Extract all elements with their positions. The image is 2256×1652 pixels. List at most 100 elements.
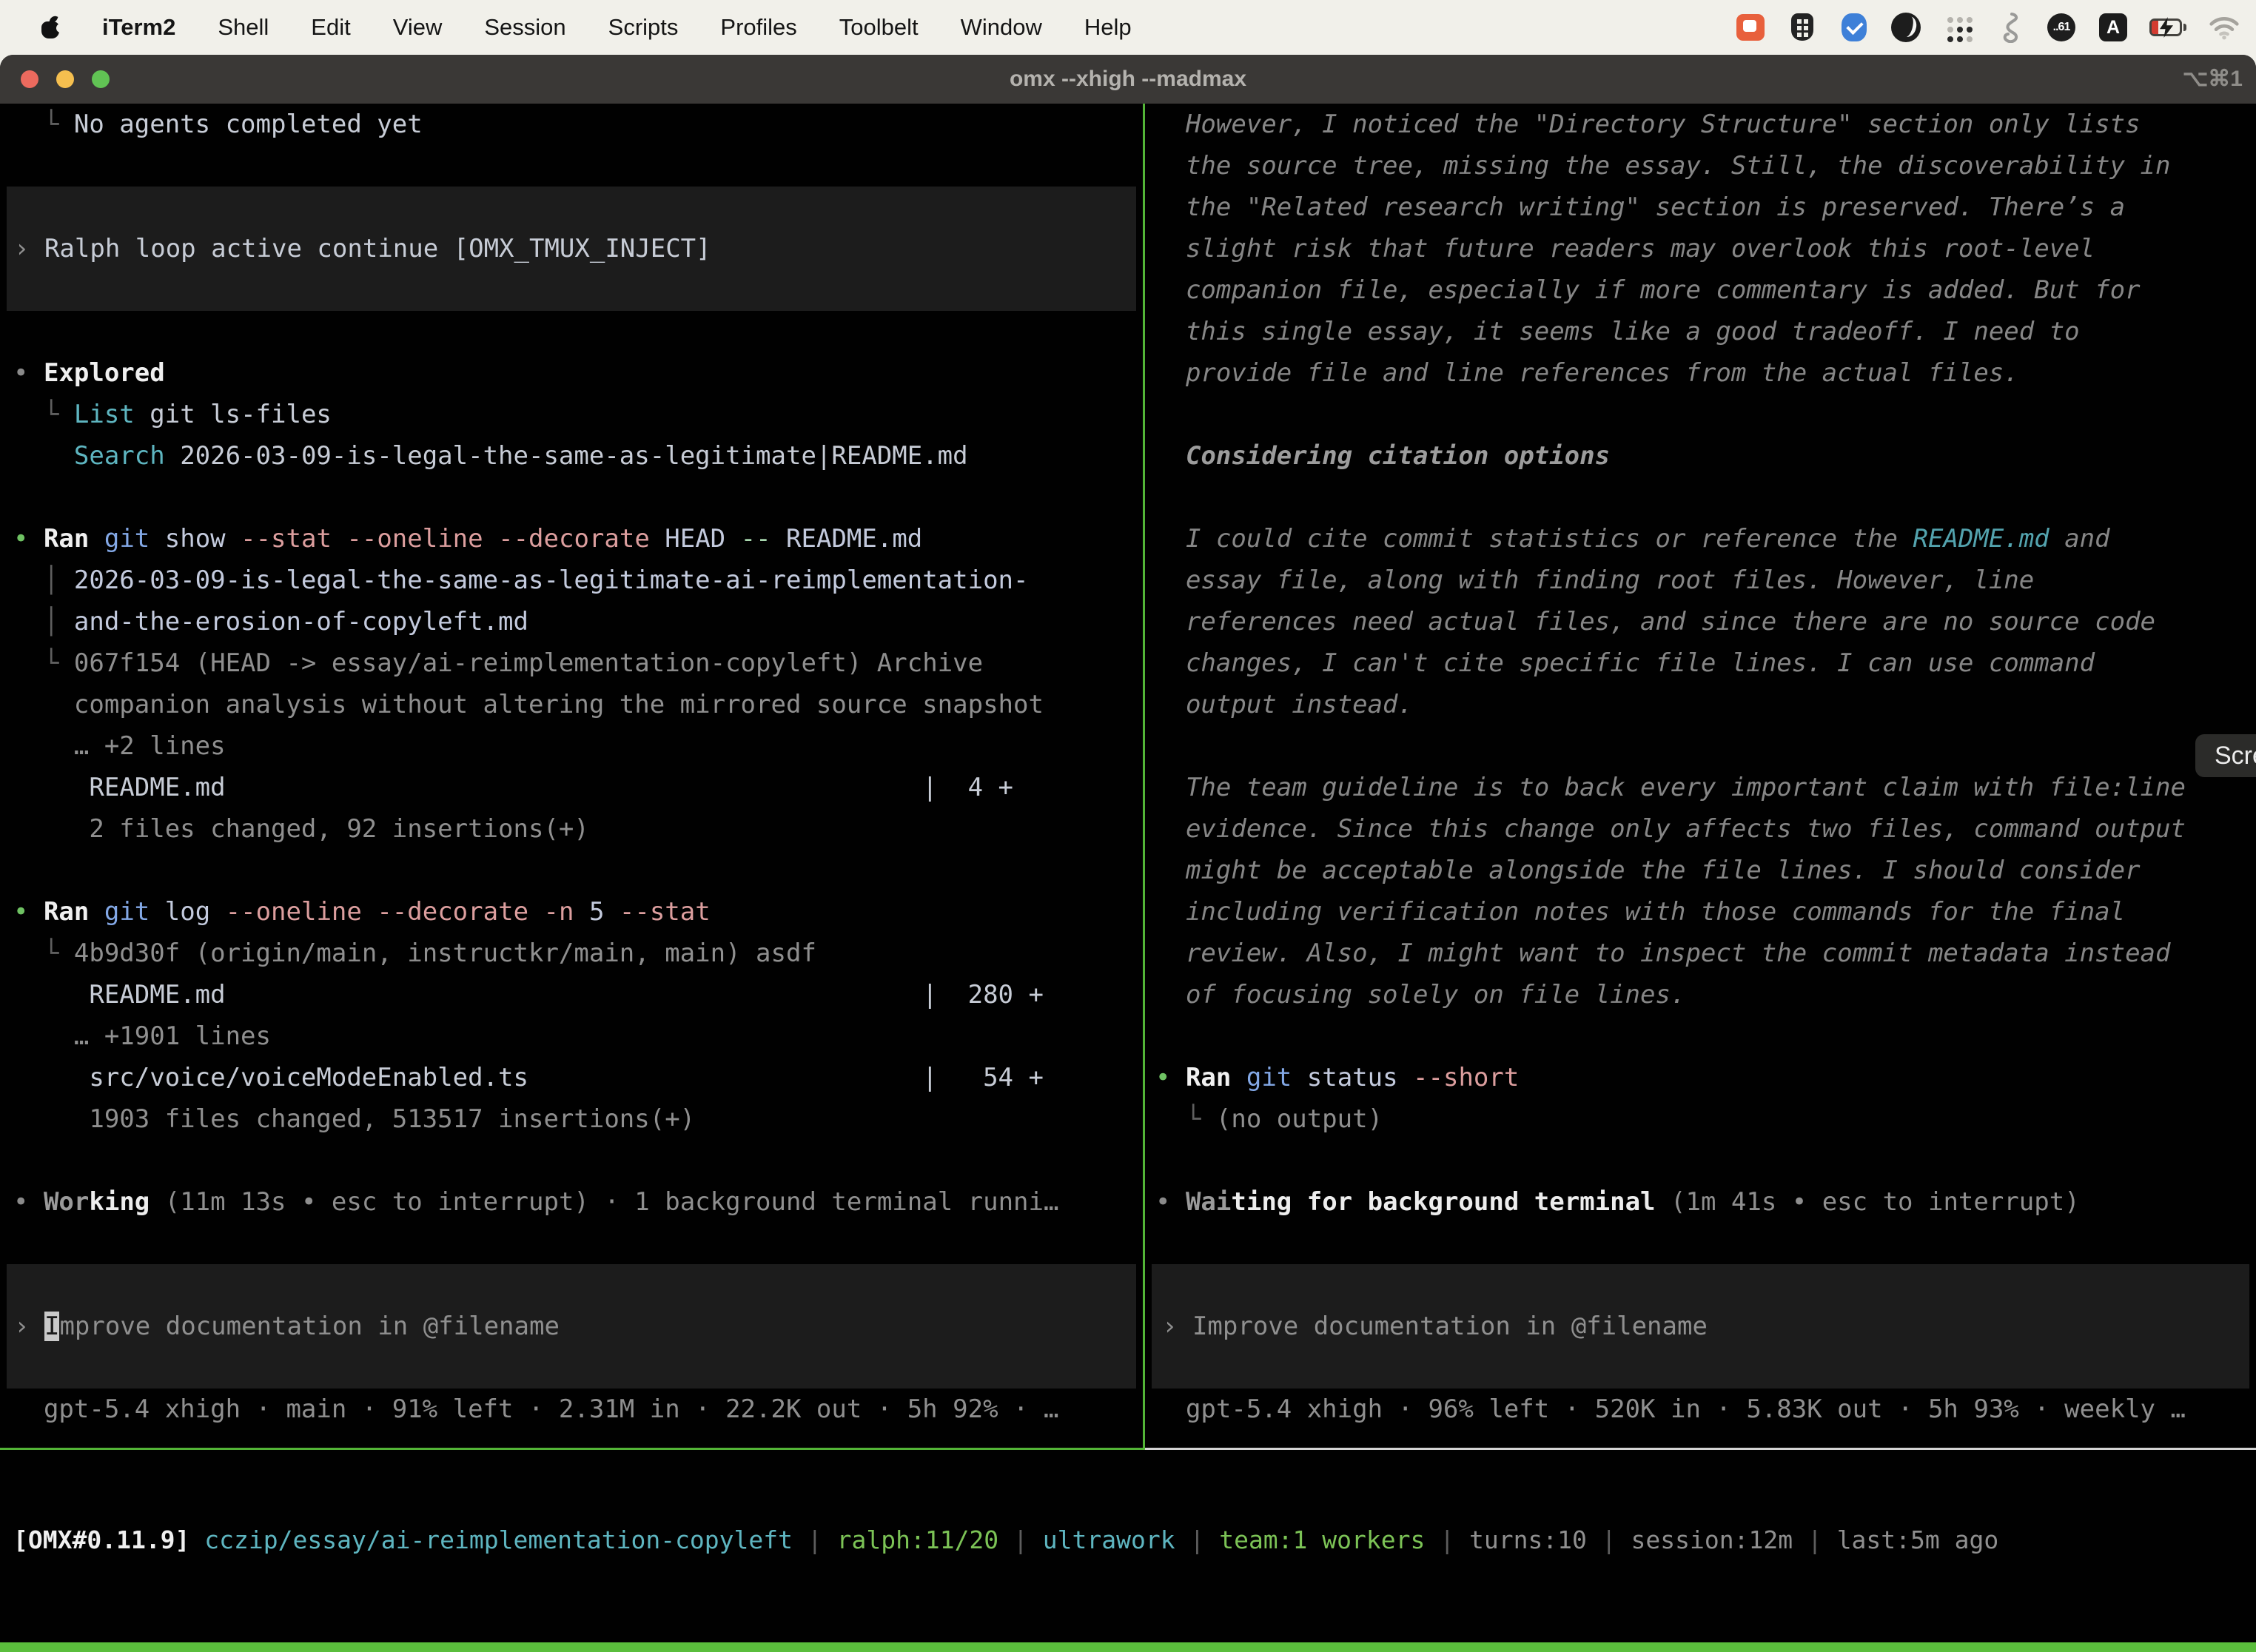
terminal-blank-line <box>1152 1264 2249 1306</box>
wifi-icon[interactable] <box>2209 12 2240 43</box>
terminal-line: … +1901 lines <box>0 1015 1143 1057</box>
terminal-line: provide file and line references from th… <box>1145 352 2256 394</box>
menu-item-shell[interactable]: Shell <box>218 14 269 41</box>
terminal-blank-line <box>0 1140 1143 1181</box>
terminal-line: • Ran git show --stat --oneline --decora… <box>0 518 1143 560</box>
menu-item-iterm2[interactable]: iTerm2 <box>102 14 175 41</box>
blue-shield-check-icon[interactable] <box>1839 12 1870 43</box>
draft-prompt-input[interactable]: › Improve documentation in @filename <box>1152 1306 2249 1347</box>
letter-a-app-icon[interactable]: A <box>2098 12 2129 43</box>
terminal-line: the "Related research writing" section i… <box>1145 187 2256 228</box>
terminal-line: essay file, along with finding root file… <box>1145 560 2256 601</box>
terminal-blank-line <box>7 269 1136 311</box>
tmux-status-bar: [omx-cczip0:bash* "MacBook-Pro-44.local"… <box>0 1642 2256 1652</box>
tmux-window-tab[interactable]: [omx-cczip0:bash* <box>7 1649 258 1652</box>
terminal-line: evidence. Since this change only affects… <box>1145 808 2256 850</box>
draft-prompt-input[interactable]: › Improve documentation in @filename <box>7 1306 1136 1347</box>
window-title: omx --xhigh --madmax <box>0 55 2256 104</box>
terminal-line: The team guideline is to back every impo… <box>1145 767 2256 808</box>
terminal-line: including verification notes with those … <box>1145 891 2256 933</box>
terminal-line: └ No agents completed yet <box>0 104 1143 145</box>
terminal-line: └ 4b9d30f (origin/main, instructkr/main,… <box>0 933 1143 974</box>
terminal-blank-line <box>1145 394 2256 435</box>
terminal-blank-line <box>1145 1140 2256 1181</box>
menu-item-scripts[interactable]: Scripts <box>608 14 679 41</box>
terminal-line: changes, I can't cite specific file line… <box>1145 642 2256 684</box>
terminal-blank-line <box>7 1264 1136 1306</box>
terminal-line: README.md | 280 + <box>0 974 1143 1015</box>
menu-item-window[interactable]: Window <box>961 14 1042 41</box>
terminal-blank-line <box>0 477 1143 518</box>
terminal-line: … +2 lines <box>0 725 1143 767</box>
menu-item-session[interactable]: Session <box>484 14 565 41</box>
terminal-line: 1903 files changed, 513517 insertions(+) <box>0 1098 1143 1140</box>
terminal-blank-line <box>1152 1347 2249 1389</box>
iterm2-window: omx --xhigh --madmax ⌥⌘1 └ No agents com… <box>0 55 2256 1652</box>
battery-charging-icon[interactable] <box>2149 12 2188 43</box>
terminal-line: Search 2026-03-09-is-legal-the-same-as-l… <box>0 435 1143 477</box>
menu-items: iTerm2 Shell Edit View Session Scripts Profile… <box>102 14 1132 41</box>
screen-sharing-overlay[interactable]: Scre <box>2195 734 2256 777</box>
terminal-line: review. Also, I might want to inspect th… <box>1145 933 2256 974</box>
terminal-line: README.md | 4 + <box>0 767 1143 808</box>
terminal-blank-line <box>0 145 1143 187</box>
terminal-line: might be acceptable alongside the file l… <box>1145 850 2256 891</box>
terminal-line: slight risk that future readers may over… <box>1145 228 2256 269</box>
chat-app-icon[interactable] <box>1735 12 1766 43</box>
left-terminal-pane[interactable]: └ No agents completed yet › Ralph loop ac… <box>0 104 1143 1448</box>
terminal-line: companion analysis without altering the … <box>0 684 1143 725</box>
dark-disc-icon[interactable] <box>1890 12 1921 43</box>
menu-item-view[interactable]: View <box>393 14 443 41</box>
terminal-line: I could cite commit statistics or refere… <box>1145 518 2256 560</box>
terminal-line: • Ran git log --oneline --decorate -n 5 … <box>0 891 1143 933</box>
inactive-pane-bottom-border <box>1145 1448 2256 1450</box>
menu-item-profiles[interactable]: Profiles <box>720 14 796 41</box>
window-title-bar[interactable]: omx --xhigh --madmax ⌥⌘1 <box>0 55 2256 104</box>
terminal-blank-line <box>1145 1015 2256 1057</box>
terminal-line: gpt-5.4 xhigh · 96% left · 520K in · 5.8… <box>1145 1389 2256 1430</box>
terminal-line: • Explored <box>0 352 1143 394</box>
terminal-line: output instead. <box>1145 684 2256 725</box>
menu-item-toolbelt[interactable]: Toolbelt <box>839 14 919 41</box>
terminal-line: However, I noticed the "Directory Struct… <box>1145 104 2256 145</box>
terminal-line: • Ran git status --short <box>1145 1057 2256 1098</box>
window-shortcut-hint: ⌥⌘1 <box>2183 55 2243 104</box>
terminal-blank-line <box>7 1347 1136 1389</box>
terminal-blank-line <box>0 311 1143 352</box>
omx-status-bar: [OMX#0.11.9] cczip/essay/ai-reimplementa… <box>13 1520 1998 1561</box>
terminal-line: src/voice/voiceModeEnabled.ts | 54 + <box>0 1057 1143 1098</box>
ralph-loop-input[interactable]: › Ralph loop active continue [OMX_TMUX_I… <box>7 228 1136 269</box>
menu-bar-status-icons: ..61 A <box>1735 12 2240 43</box>
terminal-line: 2 files changed, 92 insertions(+) <box>0 808 1143 850</box>
shield-grid-icon[interactable] <box>1787 12 1818 43</box>
apple-menu-icon[interactable] <box>41 16 61 38</box>
terminal-blank-line <box>7 187 1136 228</box>
terminal-line: └ 067f154 (HEAD -> essay/ai-reimplementa… <box>0 642 1143 684</box>
terminal-line: of focusing solely on file lines. <box>1145 974 2256 1015</box>
terminal-line: Considering citation options <box>1145 435 2256 477</box>
terminal-line: │ and-the-erosion-of-copyleft.md <box>0 601 1143 642</box>
terminal-area: └ No agents completed yet › Ralph loop ac… <box>0 104 2256 1652</box>
right-terminal-pane[interactable]: However, I noticed the "Directory Struct… <box>1145 104 2256 1448</box>
active-pane-bottom-border <box>0 1448 1145 1450</box>
terminal-line: │ 2026-03-09-is-legal-the-same-as-legiti… <box>0 560 1143 601</box>
terminal-line: the source tree, missing the essay. Stil… <box>1145 145 2256 187</box>
terminal-line: └ List git ls-files <box>0 394 1143 435</box>
terminal-blank-line <box>0 1223 1143 1264</box>
terminal-blank-line <box>1145 477 2256 518</box>
macos-menu-bar: iTerm2 Shell Edit View Session Scripts Profile… <box>0 0 2256 55</box>
dragon-icon[interactable] <box>1994 12 2025 43</box>
terminal-blank-line <box>0 850 1143 891</box>
terminal-line: gpt-5.4 xhigh · main · 91% left · 2.31M … <box>0 1389 1143 1430</box>
menu-item-help[interactable]: Help <box>1084 14 1132 41</box>
terminal-line: companion file, especially if more comme… <box>1145 269 2256 311</box>
tmux-host-clock: "MacBook-Pro-44.local" 04:52 31-Mar-26 <box>1690 1649 2249 1652</box>
terminal-blank-line <box>1145 725 2256 767</box>
terminal-line: • Waiting for background terminal (1m 41… <box>1145 1181 2256 1223</box>
terminal-line: references need actual files, and since … <box>1145 601 2256 642</box>
dots-grid-icon[interactable] <box>1942 12 1973 43</box>
menu-item-edit[interactable]: Edit <box>311 14 350 41</box>
terminal-line: • Working (11m 13s • esc to interrupt) ·… <box>0 1181 1143 1223</box>
terminal-line: this single essay, it seems like a good … <box>1145 311 2256 352</box>
battery-percent-badge-icon[interactable]: ..61 <box>2046 12 2077 43</box>
